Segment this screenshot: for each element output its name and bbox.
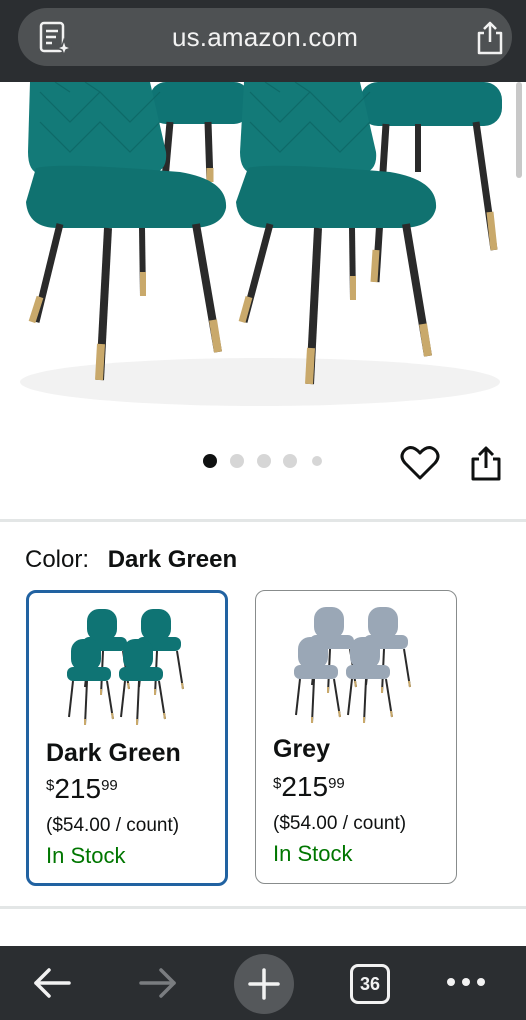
availability-status: In Stock bbox=[273, 841, 353, 866]
chair-figure bbox=[119, 639, 166, 726]
url-text[interactable]: us.amazon.com bbox=[18, 22, 512, 53]
color-selection-label: Color: Dark Green bbox=[25, 546, 237, 574]
new-tab-button[interactable] bbox=[234, 954, 294, 1014]
variant-price: $21599 bbox=[273, 771, 345, 803]
browser-bottom-toolbar: 36 bbox=[0, 946, 526, 1020]
price-fraction: 99 bbox=[328, 775, 345, 792]
selected-color-value: Dark Green bbox=[107, 546, 238, 573]
color-variant-grey[interactable]: Grey $21599 ($54.00 / count) In Stock bbox=[255, 590, 457, 884]
variant-thumbnail-grey bbox=[294, 607, 411, 724]
page-scrollbar[interactable] bbox=[516, 82, 522, 178]
carousel-dot-1[interactable] bbox=[203, 454, 217, 468]
forward-arrow-icon[interactable] bbox=[138, 966, 178, 1000]
section-divider bbox=[0, 519, 526, 522]
back-arrow-icon[interactable] bbox=[32, 966, 72, 1000]
price-symbol: $ bbox=[273, 775, 282, 792]
variant-name: Grey bbox=[273, 735, 330, 763]
unit-price: ($54.00 / count) bbox=[46, 815, 180, 836]
color-label: Color: bbox=[25, 546, 90, 573]
plus-icon bbox=[248, 968, 280, 1000]
share-icon[interactable] bbox=[468, 444, 504, 482]
chairs-photo bbox=[20, 82, 502, 406]
availability-status: In Stock bbox=[46, 843, 126, 868]
variant-thumbnail-dark-green bbox=[67, 609, 184, 726]
front-chair-left bbox=[26, 82, 227, 381]
variant-name: Dark Green bbox=[46, 739, 181, 767]
section-divider bbox=[0, 906, 526, 909]
share-icon[interactable] bbox=[474, 20, 506, 56]
chair-figure bbox=[294, 637, 341, 724]
price-whole: 215 bbox=[281, 771, 329, 802]
more-options-icon[interactable] bbox=[446, 974, 486, 990]
product-page: us.amazon.com Color: Dark Green Dark Gre… bbox=[0, 0, 526, 1020]
heart-icon[interactable] bbox=[400, 444, 440, 482]
tab-switcher-button[interactable]: 36 bbox=[350, 964, 390, 1004]
carousel-dot-3[interactable] bbox=[257, 454, 271, 468]
variant-price: $21599 bbox=[46, 773, 118, 805]
price-symbol: $ bbox=[46, 777, 55, 794]
carousel-dot-2[interactable] bbox=[230, 454, 244, 468]
chair-figure bbox=[67, 639, 114, 726]
browser-top-bar: us.amazon.com bbox=[0, 0, 526, 82]
carousel-dot-5[interactable] bbox=[312, 456, 322, 466]
price-whole: 215 bbox=[54, 773, 102, 804]
front-chair-right bbox=[236, 82, 437, 385]
product-image[interactable] bbox=[0, 82, 526, 422]
carousel-dot-4[interactable] bbox=[283, 454, 297, 468]
address-bar[interactable]: us.amazon.com bbox=[18, 8, 512, 66]
price-fraction: 99 bbox=[101, 777, 118, 794]
unit-price: ($54.00 / count) bbox=[273, 813, 407, 834]
color-variant-dark-green[interactable]: Dark Green $21599 ($54.00 / count) In St… bbox=[26, 590, 228, 886]
chair-figure bbox=[346, 637, 393, 724]
